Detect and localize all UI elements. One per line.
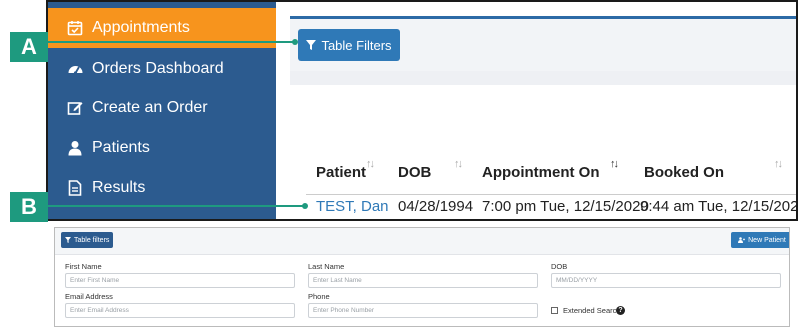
phone-label: Phone — [308, 292, 330, 301]
email-label: Email Address — [65, 292, 113, 301]
file-icon — [66, 179, 84, 197]
calendar-check-icon — [66, 19, 84, 37]
dob-input[interactable]: MM/DD/YYYY — [551, 273, 781, 288]
filter-bar — [55, 228, 789, 255]
callout-b-leader — [48, 205, 304, 207]
new-patient-button[interactable]: New Patient — [731, 232, 789, 248]
sidebar-item-patients[interactable]: Patients — [48, 128, 276, 168]
sidebar-item-create-order[interactable]: Create an Order — [48, 88, 276, 128]
callout-b: B — [10, 192, 48, 222]
email-input[interactable]: Enter Email Address — [65, 303, 295, 318]
phone-input[interactable]: Enter Phone Number — [308, 303, 538, 318]
table-filters-label: Table Filters — [321, 37, 392, 53]
app-screenshot-bottom: Table filters New Patient First Name Ent… — [54, 227, 790, 327]
table-filters-button[interactable]: Table filters — [61, 232, 114, 248]
sidebar-item-label: Create an Order — [92, 99, 208, 116]
last-name-label: Last Name — [308, 262, 345, 271]
edit-icon — [66, 99, 84, 117]
help-icon[interactable]: ? — [616, 306, 625, 315]
filter-bar-shadow — [290, 71, 796, 85]
sidebar-item-label: Results — [92, 179, 146, 196]
first-name-input[interactable]: Enter First Name — [65, 273, 295, 288]
column-header-dob[interactable]: DOB ↑↓ — [398, 152, 476, 192]
column-header-patient[interactable]: Patient ↑↓ — [316, 152, 396, 192]
filter-icon — [306, 40, 317, 50]
sort-icon: ↑↓ — [774, 158, 783, 170]
dob-cell: 04/28/1994 — [398, 198, 474, 215]
main-content: Table Filters Patient ↑↓ DOB ↑↓ Appointm… — [290, 2, 798, 219]
sidebar-item-label: Orders Dashboard — [92, 60, 224, 77]
callout-b-pointer — [302, 203, 308, 209]
divider — [276, 2, 290, 219]
last-name-input[interactable]: Enter Last Name — [308, 273, 538, 288]
user-icon — [66, 139, 84, 157]
first-name-label: First Name — [65, 262, 102, 271]
tachometer-icon — [66, 60, 84, 78]
sidebar-item-orders-dashboard[interactable]: Orders Dashboard — [48, 49, 276, 89]
add-user-icon — [738, 237, 746, 243]
header-divider — [306, 194, 796, 195]
callout-a: A — [10, 32, 48, 62]
sidebar-item-label: Patients — [92, 139, 150, 156]
column-header-appointment-on[interactable]: Appointment On ↑↓ — [482, 152, 632, 192]
booked-on-cell: 9:44 am Tue, 12/15/2020 — [640, 198, 798, 215]
patient-link[interactable]: TEST, Dan — [316, 198, 389, 215]
callout-a-leader — [48, 41, 294, 43]
table-filters-button[interactable]: Table Filters — [298, 29, 400, 61]
sort-icon: ↑↓ — [366, 158, 375, 170]
appointment-on-cell: 7:00 pm Tue, 12/15/2020 — [482, 198, 649, 215]
app-screenshot-top: Appointments Orders Dashboard Create an … — [46, 0, 798, 221]
sidebar-item-results[interactable]: Results — [48, 168, 276, 208]
extended-search-label: Extended Search — [563, 306, 621, 315]
dob-label: DOB — [551, 262, 568, 271]
extended-search-checkbox[interactable] — [551, 307, 558, 314]
filter-icon — [65, 237, 71, 243]
sidebar-item-label: Appointments — [92, 19, 190, 36]
column-header-booked-on[interactable]: Booked On ↑↓ — [644, 152, 794, 192]
sidebar: Appointments Orders Dashboard Create an … — [48, 2, 276, 219]
callout-a-pointer — [292, 39, 298, 45]
sort-icon: ↑↓ — [610, 158, 619, 170]
sort-icon: ↑↓ — [454, 158, 463, 170]
